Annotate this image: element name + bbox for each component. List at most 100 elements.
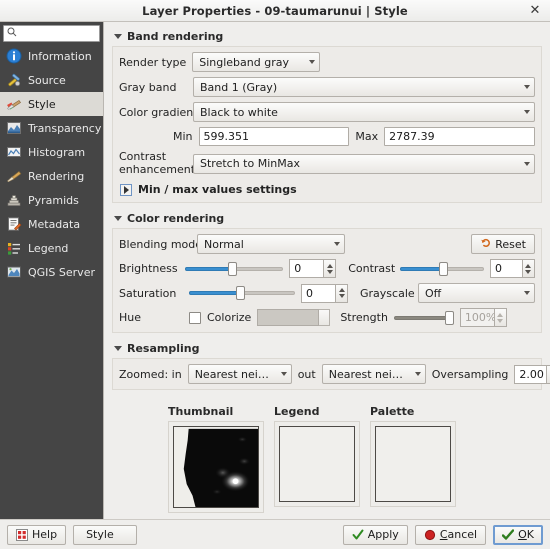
window-title: Layer Properties - 09-taumarunui | Style <box>142 3 408 18</box>
saturation-spinbox[interactable]: 0 <box>301 283 348 303</box>
sidebar-item-label: Information <box>28 49 92 63</box>
spinner-arrows-icon[interactable] <box>546 364 550 384</box>
help-button[interactable]: Help <box>7 524 67 545</box>
grayscale-label: Grayscale <box>360 286 415 300</box>
style-panel: Band rendering Render type Singleband gr… <box>104 22 550 519</box>
chevron-down-icon <box>524 161 530 166</box>
colorize-color-picker[interactable] <box>257 309 331 327</box>
zoomed-out-value: Nearest neighbour <box>328 367 409 381</box>
contrast-enhancement-value: Stretch to MinMax <box>200 157 300 171</box>
color-swatch[interactable] <box>257 309 320 327</box>
band-rendering-header[interactable]: Band rendering <box>114 30 542 43</box>
render-type-label: Render type <box>119 55 187 69</box>
spinner-arrows-icon[interactable] <box>521 259 535 279</box>
colorize-checkbox[interactable] <box>189 311 201 324</box>
chevron-down-icon <box>280 372 287 377</box>
sidebar-item-label: QGIS Server <box>28 265 95 279</box>
spinner-arrows-icon[interactable] <box>335 283 348 303</box>
sidebar-item-label: Histogram <box>28 145 86 159</box>
layer-properties-dialog: Layer Properties - 09-taumarunui | Style… <box>0 0 550 549</box>
ok-button[interactable]: OK <box>493 524 543 545</box>
contrast-enhancement-label: Contrast enhancement <box>119 150 196 176</box>
saturation-slider[interactable] <box>189 285 295 301</box>
contrast-slider[interactable] <box>400 261 484 277</box>
thumbnail-preview <box>173 426 259 509</box>
gray-band-value: Band 1 (Gray) <box>200 80 278 94</box>
contrast-enhancement-combo[interactable]: Stretch to MinMax <box>193 153 535 174</box>
gray-band-row: Gray band Band 1 (Gray) <box>119 77 535 97</box>
expand-icon <box>120 183 132 196</box>
sidebar-item-label: Transparency <box>28 121 102 135</box>
blending-mode-combo[interactable]: Normal <box>197 234 345 255</box>
sidebar-item-histogram[interactable]: Histogram <box>0 140 103 164</box>
blending-mode-label: Blending mode <box>119 237 203 251</box>
chevron-down-icon <box>524 85 530 89</box>
apply-button[interactable]: Apply <box>342 524 408 545</box>
sidebar-item-rendering[interactable]: Rendering <box>0 164 103 188</box>
strength-slider[interactable] <box>393 310 454 326</box>
chevron-down-icon <box>309 60 316 64</box>
color-rendering-group: Blending mode Normal Reset Brightness 0 … <box>112 228 542 334</box>
sidebar-item-transparency[interactable]: Transparency <box>0 116 103 140</box>
sidebar-item-label: Legend <box>28 241 69 255</box>
brightness-spinbox[interactable]: 0 <box>289 259 337 279</box>
sidebar-item-source[interactable]: Source <box>0 68 103 92</box>
sidebar-item-style[interactable]: Style <box>0 92 103 116</box>
brightness-label: Brightness <box>119 262 178 276</box>
oversampling-label: Oversampling <box>431 367 509 381</box>
contrast-spinbox[interactable]: 0 <box>489 259 535 279</box>
spinner-arrows-icon[interactable] <box>493 308 507 328</box>
gray-band-label: Gray band <box>119 80 177 94</box>
sidebar-item-legend[interactable]: Legend <box>0 236 103 260</box>
chevron-down-icon[interactable] <box>319 309 331 327</box>
style-brush-icon <box>5 96 22 113</box>
sidebar-item-pyramids[interactable]: Pyramids <box>0 188 103 212</box>
min-max-values-settings-expander[interactable]: Min / max values settings <box>120 183 535 196</box>
sidebar-item-label: Pyramids <box>28 193 79 207</box>
undo-icon <box>480 237 491 251</box>
sidebar-item-information[interactable]: Information <box>0 44 103 68</box>
gray-band-combo[interactable]: Band 1 (Gray) <box>193 77 535 97</box>
resampling-title: Resampling <box>127 342 200 356</box>
saturation-grayscale-row: Saturation 0 Grayscale Off <box>119 283 535 304</box>
search-box[interactable] <box>3 25 100 42</box>
zoomed-out-combo[interactable]: Nearest neighbour <box>321 364 426 385</box>
render-type-row: Render type Singleband gray <box>119 52 535 72</box>
brightness-slider[interactable] <box>184 261 284 277</box>
check-thumb-icon <box>501 528 515 541</box>
reset-button[interactable]: Reset <box>471 234 535 255</box>
sidebar-item-label: Metadata <box>28 217 81 231</box>
chevron-down-icon <box>114 216 122 222</box>
strength-spinbox[interactable]: 100% <box>459 308 507 328</box>
sidebar-item-qgis-server[interactable]: QGIS Server <box>0 260 103 284</box>
thumbnail-frame <box>168 421 264 514</box>
oversampling-spinbox[interactable]: 2.00 <box>514 364 550 384</box>
palette-preview <box>375 426 451 503</box>
rendering-brush-icon <box>5 168 22 185</box>
zoomed-in-value: Nearest neighbour <box>194 367 275 381</box>
sidebar-item-metadata[interactable]: Metadata <box>0 212 103 236</box>
colorize-label: Colorize <box>207 311 252 325</box>
min-input[interactable]: 599.351 <box>198 127 350 146</box>
grayscale-combo[interactable]: Off <box>418 283 535 304</box>
render-type-combo[interactable]: Singleband gray <box>192 52 321 72</box>
close-icon[interactable]: ✕ <box>528 4 542 18</box>
color-gradient-combo[interactable]: Black to white <box>193 102 535 122</box>
search-input[interactable] <box>17 26 96 41</box>
stop-icon <box>424 529 436 541</box>
sidebar-item-label: Rendering <box>28 169 85 183</box>
spinner-arrows-icon[interactable] <box>323 259 337 279</box>
color-rendering-header[interactable]: Color rendering <box>114 212 542 225</box>
resampling-header[interactable]: Resampling <box>114 342 542 355</box>
contrast-value: 0 <box>489 259 522 279</box>
style-menu-button[interactable]: Style <box>73 524 137 545</box>
preview-row: Thumbnail Legend Palette <box>168 405 542 514</box>
zoomed-in-combo[interactable]: Nearest neighbour <box>187 364 292 385</box>
metadata-icon <box>5 216 22 233</box>
strength-label: Strength <box>340 311 388 325</box>
max-input[interactable]: 2787.39 <box>384 127 535 146</box>
sidebar-item-label: Source <box>28 73 66 87</box>
max-label: Max <box>355 130 379 143</box>
chevron-down-icon <box>524 110 530 114</box>
cancel-button[interactable]: Cancel <box>414 524 487 545</box>
